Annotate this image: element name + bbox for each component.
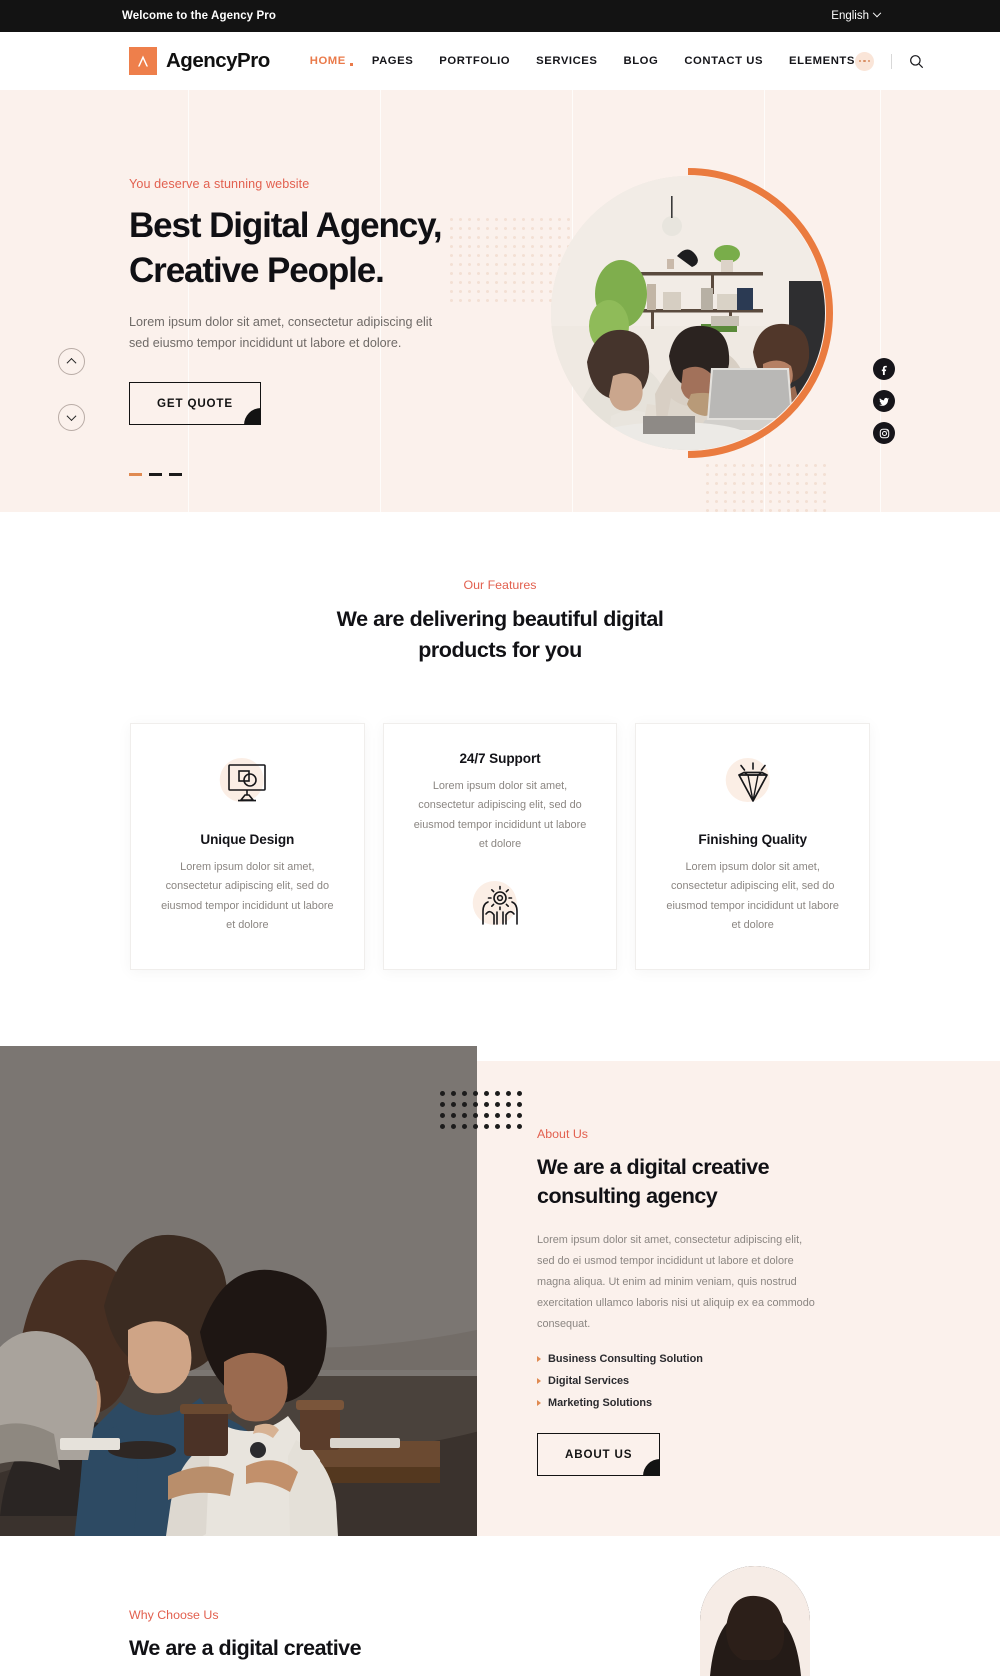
slide-indicator-3[interactable] xyxy=(169,473,182,476)
hero-description: Lorem ipsum dolor sit amet, consectetur … xyxy=(129,315,433,350)
hands-gear-icon xyxy=(475,884,525,933)
nav-item-portfolio[interactable]: PORTFOLIO xyxy=(439,55,510,67)
feature-card-title: 24/7 Support xyxy=(459,751,541,767)
chevron-down-icon xyxy=(66,411,77,422)
features-section: Our Features We are delivering beautiful… xyxy=(0,512,1000,970)
about-list-item-digital-services[interactable]: Digital Services xyxy=(537,1375,890,1387)
site-header: AgencyPro HOME PAGES PORTFOLIO SERVICES … xyxy=(0,32,1000,90)
active-dot-icon xyxy=(349,63,353,66)
hero-title: Best Digital Agency, Creative People. xyxy=(129,204,549,293)
hero-social-rail xyxy=(873,358,895,444)
feature-card-text: Lorem ipsum dolor sit amet, consectetur … xyxy=(161,861,334,932)
welcome-text: Welcome to the Agency Pro xyxy=(122,10,276,22)
search-icon[interactable] xyxy=(909,54,924,69)
features-title: We are delivering beautiful digital prod… xyxy=(336,607,664,662)
feature-icon-wrap xyxy=(410,877,591,941)
logo-mark-icon xyxy=(129,47,157,75)
chevron-down-icon xyxy=(872,8,882,18)
feature-icon-wrap xyxy=(157,754,338,818)
hero-photo xyxy=(551,176,825,450)
nav-item-home[interactable]: HOME xyxy=(309,55,353,67)
features-eyebrow: Our Features xyxy=(463,578,537,592)
nav-item-blog[interactable]: BLOG xyxy=(623,55,658,67)
hero-slider: You deserve a stunning website Best Digi… xyxy=(0,90,1000,512)
chevron-up-icon xyxy=(66,357,77,368)
about-description: Lorem ipsum dolor sit amet, consectetur … xyxy=(537,1233,815,1330)
nav-item-elements[interactable]: ELEMENTS xyxy=(789,55,855,67)
about-title-line-1: We are a digital creative xyxy=(537,1154,770,1179)
about-title: We are a digital creative consulting age… xyxy=(537,1153,890,1212)
header-actions xyxy=(854,51,924,71)
nav-item-pages[interactable]: PAGES xyxy=(372,55,413,67)
nav-label: HOME xyxy=(309,55,346,67)
hero-title-line-1: Best Digital Agency, xyxy=(129,206,443,246)
hero-eyebrow: You deserve a stunning website xyxy=(129,177,310,192)
about-eyebrow: About Us xyxy=(537,1126,588,1141)
about-content: About Us We are a digital creative consu… xyxy=(477,1060,1000,1536)
main-navigation: HOME PAGES PORTFOLIO SERVICES BLOG CONTA… xyxy=(310,55,855,67)
monitor-design-icon xyxy=(223,762,271,811)
feature-card-24-7-support[interactable]: 24/7 Support Lorem ipsum dolor sit amet,… xyxy=(382,723,618,970)
about-section: About Us We are a digital creative consu… xyxy=(0,1045,1000,1536)
about-title-line-2: consulting agency xyxy=(537,1184,718,1209)
top-bar: Welcome to the Agency Pro English xyxy=(0,0,1000,32)
get-quote-button[interactable]: GET QUOTE xyxy=(129,381,261,425)
about-list-item-business-consulting[interactable]: Business Consulting Solution xyxy=(537,1353,890,1365)
instagram-icon[interactable] xyxy=(873,422,895,444)
about-dot-grid xyxy=(440,1090,522,1131)
slide-indicator-1[interactable] xyxy=(129,473,142,476)
feature-card-unique-design[interactable]: Unique Design Lorem ipsum dolor sit amet… xyxy=(130,723,365,970)
slide-indicator-2[interactable] xyxy=(149,473,162,476)
hero-content: You deserve a stunning website Best Digi… xyxy=(129,177,549,425)
hero-title-line-2: Creative People. xyxy=(129,250,385,290)
why-photo xyxy=(700,1565,810,1676)
logo-text: AgencyPro xyxy=(166,49,270,72)
hero-slide-indicators xyxy=(129,473,182,476)
feature-card-text: Lorem ipsum dolor sit amet, consectetur … xyxy=(413,780,587,851)
facebook-icon[interactable] xyxy=(873,358,895,380)
logo[interactable]: AgencyPro xyxy=(129,47,270,75)
why-title: We are a digital creative xyxy=(129,1635,362,1660)
about-photo xyxy=(0,1045,477,1536)
why-choose-us-section: Why Choose Us We are a digital creative xyxy=(0,1535,1000,1676)
twitter-icon[interactable] xyxy=(873,390,895,412)
ellipsis-icon[interactable] xyxy=(854,51,874,71)
about-feature-list: Business Consulting Solution Digital Ser… xyxy=(537,1353,890,1409)
about-list-item-marketing-solutions[interactable]: Marketing Solutions xyxy=(537,1397,890,1409)
diamond-icon xyxy=(728,761,778,812)
features-card-list: Unique Design Lorem ipsum dolor sit amet… xyxy=(0,723,1000,970)
feature-icon-wrap xyxy=(662,754,843,818)
feature-card-text: Lorem ipsum dolor sit amet, consectetur … xyxy=(666,861,839,932)
divider xyxy=(890,53,892,69)
feature-card-title: Finishing Quality xyxy=(698,832,807,848)
hero-next-button[interactable] xyxy=(58,404,85,431)
nav-item-services[interactable]: SERVICES xyxy=(536,55,597,67)
hero-dot-grid-bottom xyxy=(706,464,832,512)
hero-prev-button[interactable] xyxy=(58,348,85,375)
hero-image xyxy=(551,168,833,458)
language-label: English xyxy=(831,10,869,22)
language-selector[interactable]: English xyxy=(831,8,882,22)
about-us-button[interactable]: ABOUT US xyxy=(537,1432,661,1476)
feature-card-finishing-quality[interactable]: Finishing Quality Lorem ipsum dolor sit … xyxy=(635,723,871,970)
nav-item-contact-us[interactable]: CONTACT US xyxy=(684,55,763,67)
feature-card-title: Unique Design xyxy=(200,832,295,848)
